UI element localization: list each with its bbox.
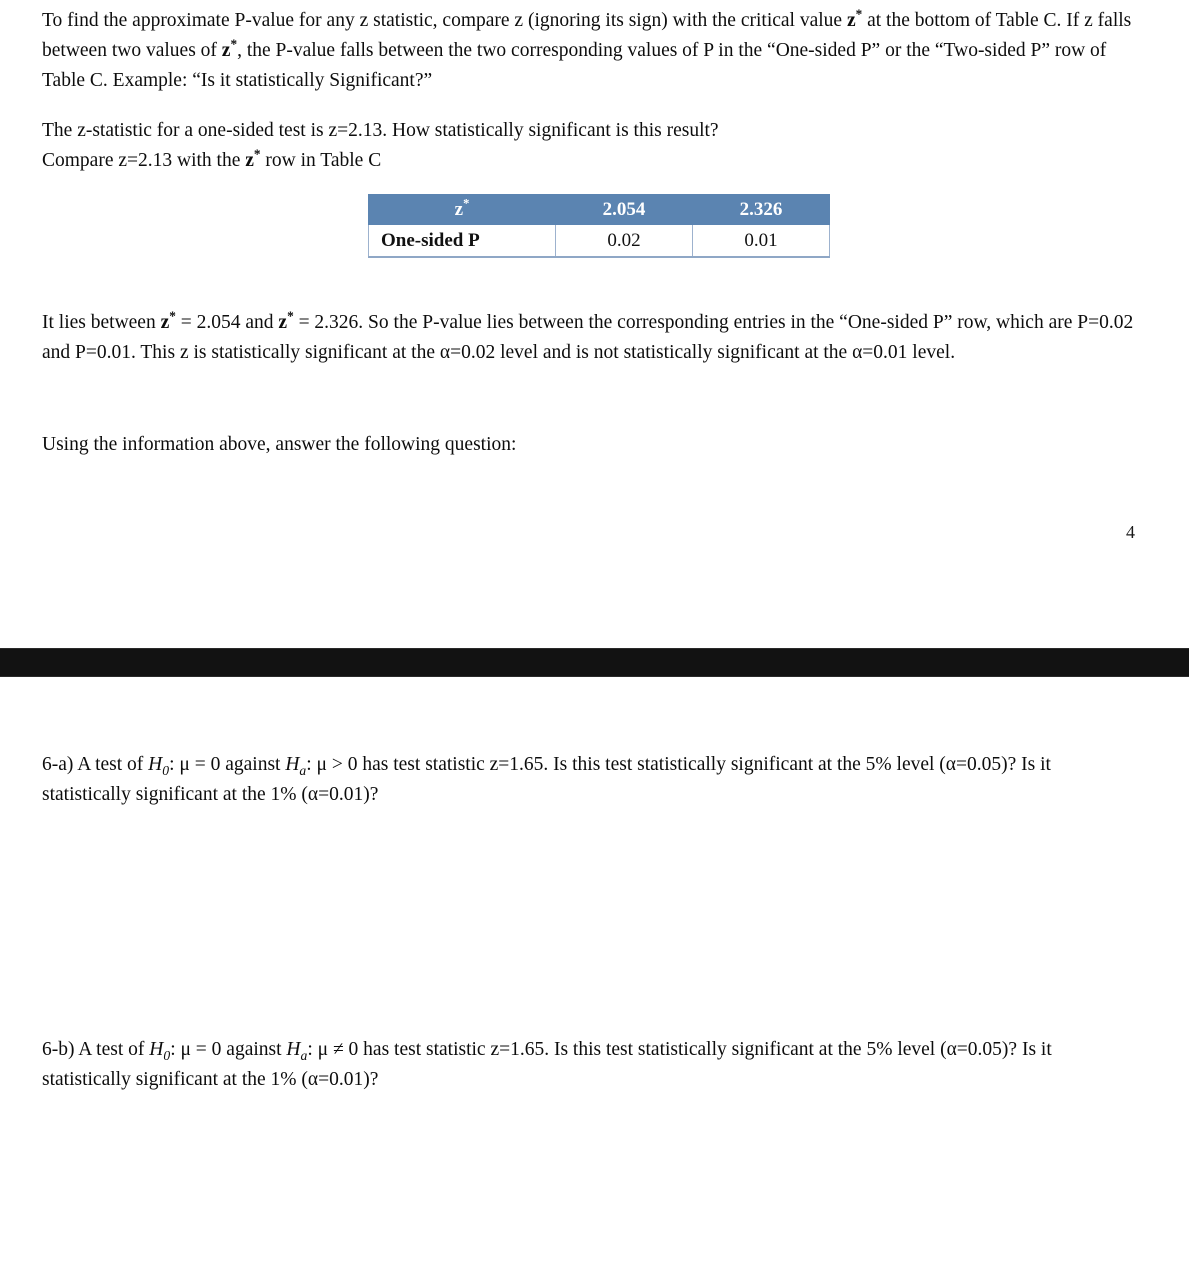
question-6a-segment-1: A test of xyxy=(73,754,149,775)
question-6b-segment-2: : μ = 0 against xyxy=(170,1039,287,1060)
question-6b-h-letter-null: H xyxy=(149,1039,164,1060)
table-zstar-letter: z xyxy=(454,198,464,220)
table-zstar-asterisk: * xyxy=(463,196,470,211)
intro-paragraph: To find the approximate P-value for any … xyxy=(42,6,1143,96)
table-row: One-sided P 0.02 0.01 xyxy=(368,224,830,258)
question-6a-h-letter-null: H xyxy=(148,754,163,775)
question-6b-null-hypothesis: H0 xyxy=(149,1039,170,1062)
question-6a: 6-a) A test of H0: μ = 0 against Ha: μ >… xyxy=(42,750,1142,810)
table-header: z* 2.054 2.326 xyxy=(368,194,830,225)
document-page: To find the approximate P-value for any … xyxy=(0,0,1189,1280)
question-6b: 6-b) A test of H0: μ = 0 against Ha: μ ≠… xyxy=(42,1035,1142,1095)
table-header-row: z* 2.054 2.326 xyxy=(368,194,830,225)
question-6a-null-hypothesis: H0 xyxy=(148,754,169,777)
explain-segment-1: It lies between xyxy=(42,312,161,333)
z-star-asterisk-3: * xyxy=(253,146,261,162)
critical-value-table: z* 2.054 2.326 One-sided P 0.02 0.01 xyxy=(368,194,830,258)
question-6a-segment-2: : μ = 0 against xyxy=(169,754,286,775)
explain-segment-2: = 2.054 and xyxy=(175,312,279,333)
intro-segment-1: To find the approximate P-value for any … xyxy=(42,10,847,31)
table-body: One-sided P 0.02 0.01 xyxy=(368,224,830,258)
question-6a-h-letter-alt: H xyxy=(285,754,300,775)
z-star-inline-1: z* xyxy=(846,7,862,31)
example-line-2-segment-2: row in Table C xyxy=(260,150,382,171)
z-star-letter-3: z xyxy=(245,150,254,171)
table-cell-p-002: 0.02 xyxy=(555,224,693,258)
table-header-cell-2054: 2.054 xyxy=(555,194,693,225)
z-star-inline-4: z* xyxy=(160,308,176,333)
z-star-letter-5: z xyxy=(278,312,288,333)
page-separator-bar xyxy=(0,648,1189,677)
example-line-2-segment-1: Compare z=2.13 with the xyxy=(42,150,246,171)
question-6b-alt-hypothesis: Ha xyxy=(286,1039,307,1062)
z-star-inline-5: z* xyxy=(278,308,294,333)
question-6b-segment-1: A test of xyxy=(74,1039,150,1060)
question-6a-label: 6-a) xyxy=(42,754,74,775)
question-6b-h-letter-alt: H xyxy=(286,1039,301,1060)
page-number: 4 xyxy=(1126,522,1135,542)
table-header-cell-zstar: z* xyxy=(368,194,556,225)
z-star-inline-3: z* xyxy=(245,146,261,171)
z-star-asterisk-5: * xyxy=(287,308,294,324)
question-6a-alt-hypothesis: Ha xyxy=(285,754,306,777)
z-star-asterisk-4: * xyxy=(169,308,176,324)
example-line-2: Compare z=2.13 with the z* row in Table … xyxy=(42,146,942,176)
table-row-label-one-sided-p: One-sided P xyxy=(368,224,556,258)
example-line-1: The z-statistic for a one-sided test is … xyxy=(42,120,719,141)
z-star-letter-4: z xyxy=(160,312,170,333)
table-header-cell-2326: 2.326 xyxy=(692,194,830,225)
z-star-inline-2: z* xyxy=(222,37,237,61)
z-star-letter-1: z xyxy=(846,10,856,31)
question-6b-label: 6-b) xyxy=(42,1039,75,1060)
table-cell-p-001: 0.01 xyxy=(692,224,830,258)
explanation-paragraph: It lies between z* = 2.054 and z* = 2.32… xyxy=(42,308,1143,368)
answer-prompt-line: Using the information above, answer the … xyxy=(42,434,517,455)
example-paragraph: The z-statistic for a one-sided test is … xyxy=(42,116,942,176)
